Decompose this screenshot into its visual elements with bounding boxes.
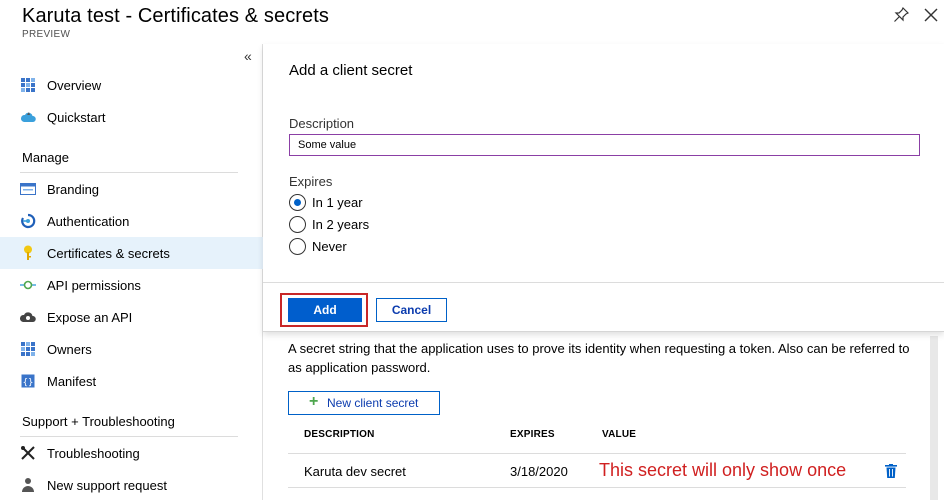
expose-api-icon [20, 309, 36, 325]
plus-icon: + [309, 393, 319, 410]
expires-option-2-years[interactable]: In 2 years [289, 214, 369, 234]
radio-button[interactable] [289, 237, 306, 255]
support-person-icon [20, 477, 36, 493]
branding-icon [20, 181, 36, 197]
radio-label: Never [312, 238, 347, 254]
blade-header: Karuta test - Certificates & secrets PRE… [0, 0, 944, 44]
preview-label: PREVIEW [22, 29, 71, 40]
radio-button[interactable] [289, 215, 306, 233]
dialog-footer-divider [263, 282, 944, 283]
sidebar-item-api-permissions[interactable]: API permissions [0, 269, 263, 301]
cloud-icon [20, 109, 36, 125]
sidebar-item-label: Overview [47, 77, 102, 93]
page-title: Karuta test - Certificates & secrets [22, 5, 330, 27]
sidebar-item-label: Branding [47, 181, 100, 197]
sidebar-item-label: Manifest [47, 373, 97, 389]
radio-button-checked[interactable] [289, 193, 306, 211]
key-icon [20, 245, 36, 261]
table-header-divider [288, 453, 906, 454]
expires-option-1-year[interactable]: In 1 year [289, 192, 363, 212]
close-icon[interactable] [924, 8, 938, 22]
sidebar-item-overview[interactable]: Overview [0, 69, 263, 101]
sidebar-item-certificates-secrets[interactable]: Certificates & secrets [0, 237, 263, 269]
sidebar-item-label: Authentication [47, 213, 130, 229]
sidebar-item-manifest[interactable]: {} Manifest [0, 365, 263, 397]
new-client-secret-button[interactable]: + New client secret [288, 391, 440, 415]
support-section-header: Support + Troubleshooting [22, 414, 175, 429]
secret-description-cell: Karuta dev secret [304, 464, 406, 479]
owners-grid-icon [20, 341, 36, 357]
sidebar-item-branding[interactable]: Branding [0, 173, 263, 205]
tools-icon [20, 445, 36, 461]
manifest-icon: {} [20, 373, 36, 389]
svg-text:{}: {} [23, 378, 34, 388]
sidebar-item-label: API permissions [47, 277, 141, 293]
description-input[interactable] [289, 134, 920, 156]
trash-icon[interactable] [885, 464, 897, 478]
cancel-button[interactable]: Cancel [376, 298, 447, 322]
add-button[interactable]: Add [288, 298, 362, 322]
sidebar-item-label: Owners [47, 341, 92, 357]
new-client-secret-label: New client secret [327, 396, 419, 410]
column-header-expires: EXPIRES [510, 429, 555, 440]
manage-section-header: Manage [22, 150, 69, 165]
dialog-title: Add a client secret [289, 62, 413, 79]
api-permissions-icon [20, 277, 36, 293]
overview-grid-icon [20, 77, 36, 93]
sidebar-item-label: Troubleshooting [47, 445, 140, 461]
sidebar-item-owners[interactable]: Owners [0, 333, 263, 365]
secret-expires-cell: 3/18/2020 [510, 464, 568, 479]
column-header-value: VALUE [602, 429, 637, 440]
sidebar-item-quickstart[interactable]: Quickstart [0, 101, 263, 133]
sidebar-item-expose-api[interactable]: Expose an API [0, 301, 263, 333]
table-row-divider [288, 487, 906, 488]
sidebar-item-label: New support request [47, 477, 167, 493]
scrollbar[interactable] [930, 336, 938, 500]
column-header-description: DESCRIPTION [304, 429, 375, 440]
sidebar-item-label: Quickstart [47, 109, 106, 125]
sidebar-item-new-support-request[interactable]: New support request [0, 469, 263, 500]
sidebar: « Overview Quickstart Manage Branding Au… [0, 44, 263, 500]
pin-icon[interactable] [893, 7, 909, 23]
client-secrets-description: A secret string that the application use… [288, 341, 910, 375]
sidebar-item-authentication[interactable]: Authentication [0, 205, 263, 237]
radio-label: In 1 year [312, 194, 363, 210]
radio-label: In 2 years [312, 216, 370, 232]
description-label: Description [289, 116, 355, 131]
sidebar-item-label: Expose an API [47, 309, 133, 325]
collapse-sidebar-icon[interactable]: « [244, 48, 252, 64]
secret-value-cell: This secret will only show once [599, 460, 847, 480]
expires-option-never[interactable]: Never [289, 236, 347, 256]
sidebar-item-label: Certificates & secrets [47, 245, 170, 261]
add-client-secret-dialog: Add a client secret Description Expires … [263, 44, 944, 332]
expires-label: Expires [289, 174, 333, 189]
authentication-icon [20, 213, 36, 229]
sidebar-item-troubleshooting[interactable]: Troubleshooting [0, 437, 263, 469]
